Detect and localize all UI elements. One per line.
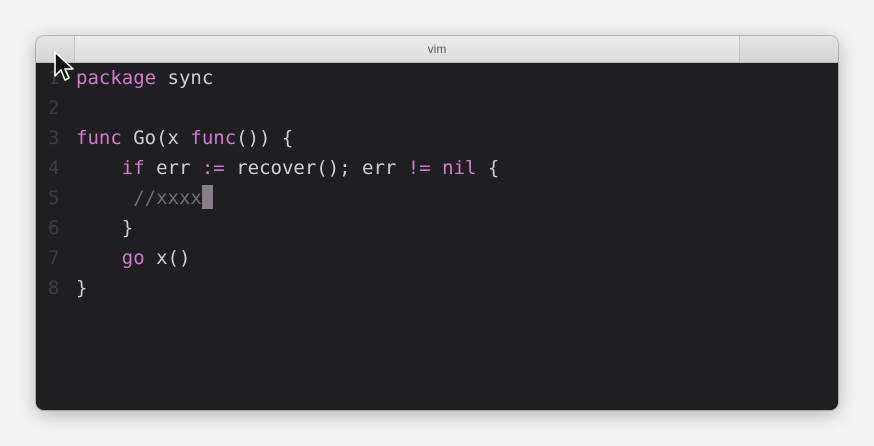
code-editor[interactable]: 1 package sync 2 3 func Go(x func()) {4 if e… — [36, 63, 838, 410]
code-line[interactable]: 8} — [36, 273, 838, 303]
line-number: 8 — [48, 277, 60, 299]
vim-window: vim 1 package sync 2 3 func Go(x func()) {4 … — [36, 36, 838, 410]
code-token: } — [76, 217, 134, 239]
window-title: vim — [427, 42, 447, 56]
text-cursor — [201, 185, 213, 209]
keyword-token: nil — [442, 157, 477, 179]
code-token: { — [476, 157, 500, 179]
mouse-pointer-icon — [54, 51, 74, 81]
keyword-token: != — [407, 157, 431, 179]
keyword-token: package — [76, 67, 157, 89]
title-bar[interactable]: vim — [36, 36, 838, 63]
code-line[interactable]: 4 if err := recover(); err != nil { — [36, 153, 838, 183]
line-number: 4 — [48, 157, 60, 179]
keyword-token: func — [76, 127, 122, 149]
keyword-token: func — [190, 127, 237, 149]
line-number: 3 — [48, 127, 60, 149]
code-line[interactable]: 6 } — [36, 213, 838, 243]
code-token: } — [76, 277, 88, 299]
code-line[interactable]: 3 func Go(x func()) { — [36, 123, 838, 153]
code-line[interactable]: 5 //xxxx — [36, 183, 838, 213]
code-token: Go(x — [121, 127, 191, 149]
code-text: package sync — [76, 63, 213, 93]
code-token: x() — [144, 247, 191, 269]
code-token: recover(); err — [224, 157, 408, 179]
code-text: } — [76, 213, 133, 243]
line-number: 5 — [48, 187, 60, 209]
keyword-token: if — [121, 157, 145, 179]
code-text: func Go(x func()) { — [76, 123, 293, 153]
comment-token: //xxxx — [76, 187, 202, 209]
code-token: ()) { — [236, 127, 294, 149]
line-number: 7 — [48, 247, 60, 269]
line-number: 6 — [48, 217, 60, 239]
code-line[interactable]: 2 — [36, 93, 838, 123]
keyword-token: go — [121, 247, 145, 269]
code-text: if err := recover(); err != nil { — [76, 153, 500, 183]
code-text: } — [76, 273, 87, 303]
code-text: //xxxx — [76, 183, 213, 213]
code-token: err — [144, 157, 202, 179]
code-line[interactable]: 1 package sync — [36, 63, 838, 93]
line-number: 2 — [48, 97, 60, 119]
code-text: go x() — [76, 243, 191, 273]
code-line[interactable]: 7 go x() — [36, 243, 838, 273]
keyword-token: := — [201, 157, 225, 179]
code-token: sync — [156, 67, 214, 89]
